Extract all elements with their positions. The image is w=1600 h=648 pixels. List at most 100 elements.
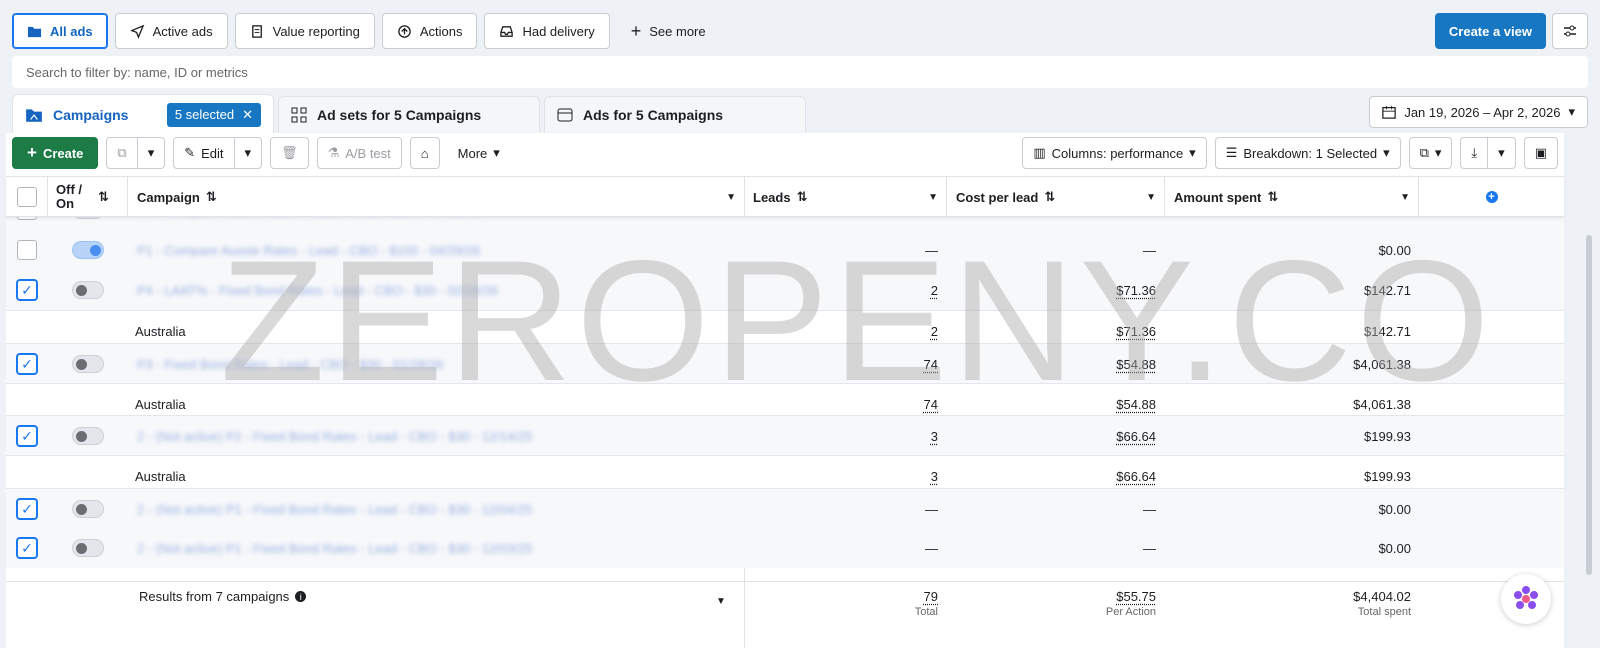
breakdown-button[interactable]: ☰ Breakdown: 1 Selected ▾ [1214, 137, 1401, 169]
table-row[interactable]: ✓ P3 - Fixed Bond Rates - Lead - CBO - $3… [6, 343, 1564, 383]
campaign-toggle[interactable] [72, 427, 104, 445]
table-row[interactable]: ✓ 2 - (Not active) P1 - Fixed Bond Rates … [6, 528, 1564, 568]
row-checkbox[interactable] [17, 240, 37, 260]
export-button[interactable]: ⤓ [1460, 137, 1489, 169]
trash-icon: 🗑 [281, 145, 298, 160]
vertical-scrollbar[interactable] [1586, 235, 1592, 575]
campaign-name-link[interactable]: P3 - Fixed Bond Rates - Lead - CBO - $30… [137, 344, 717, 384]
create-view-button[interactable]: Create a view [1434, 13, 1546, 49]
total-leads: 79 [923, 589, 938, 604]
cost-per-lead-header[interactable]: Cost per lead ⇅ ▼ [947, 177, 1165, 217]
export-dropdown[interactable]: ▾ [1488, 137, 1516, 169]
add-column-button[interactable]: + [1419, 177, 1564, 217]
delete-button[interactable]: 🗑 [270, 137, 309, 169]
campaign-toggle[interactable] [72, 241, 104, 259]
total-spent: $4,404.02 [1353, 589, 1411, 604]
campaign-name-link[interactable]: 2 - (Not active) P1 - Fixed Bond Rates -… [137, 489, 717, 529]
view-tab-all-ads[interactable]: All ads [12, 13, 108, 49]
tab-ad-sets[interactable]: Ad sets for 5 Campaigns [278, 96, 540, 132]
sliders-icon [1564, 25, 1576, 37]
row-checkbox[interactable]: ✓ [17, 499, 37, 519]
close-icon[interactable]: ✕ [242, 107, 253, 123]
cpl-value[interactable]: $54.88 [1116, 344, 1156, 384]
table-row[interactable]: ✓ 2 - (Not active) P2 - Fixed Bond Rates … [6, 415, 1564, 455]
chart-button[interactable]: ▣ [1523, 137, 1558, 169]
row-checkbox-cell [17, 230, 37, 270]
view-bar: All ads Active ads Value reporting Actio… [12, 12, 1588, 50]
leads-value[interactable]: 3 [931, 416, 938, 456]
row-checkbox[interactable]: ✓ [17, 538, 37, 558]
campaign-header[interactable]: Campaign ⇅ ▼ [128, 177, 745, 217]
toggle-cell [72, 344, 104, 384]
campaign-name-link[interactable]: P4 - Compare Aussie Rates - Scale - SGD … [137, 217, 717, 230]
campaign-toggle[interactable] [72, 539, 104, 557]
view-tab-had-delivery[interactable]: Had delivery [484, 13, 610, 49]
chevron-down-icon: ▼ [726, 191, 736, 203]
leads-value[interactable]: 2 [931, 270, 938, 310]
tab-ads[interactable]: Ads for 5 Campaigns [544, 96, 806, 132]
row-checkbox[interactable] [17, 217, 37, 220]
cpl-value[interactable]: $71.36 [1116, 270, 1156, 310]
ab-test-button[interactable]: ⚗ A/B test [316, 137, 402, 169]
assistant-button[interactable] [1501, 574, 1551, 624]
edit-button[interactable]: ✎ Edit [173, 137, 235, 169]
row-checkbox[interactable]: ✓ [17, 280, 37, 300]
campaign-name-link[interactable]: P1 - Compare Aussie Rates - Lead - CBO -… [137, 230, 717, 270]
toggle-cell [72, 528, 104, 568]
row-checkbox-cell: ✓ [17, 416, 37, 456]
leads-value[interactable]: 74 [924, 344, 938, 384]
row-checkbox[interactable]: ✓ [17, 426, 37, 446]
row-checkbox-cell: ✓ [17, 344, 37, 384]
table-row[interactable]: P1 - Compare Aussie Rates - Lead - CBO -… [6, 230, 1564, 270]
tag-button[interactable]: ⌂ [409, 137, 440, 169]
cpl-value[interactable]: $66.64 [1116, 416, 1156, 456]
selected-chip[interactable]: 5 selected ✕ [166, 102, 261, 127]
view-tab-value-reporting[interactable]: Value reporting [234, 13, 375, 49]
row-checkbox-cell: ✓ [17, 270, 37, 310]
campaign-toggle[interactable] [72, 281, 104, 299]
campaign-name-link[interactable]: P4 - LAAT% - Fixed Bond Rates - Lead - C… [137, 270, 717, 310]
sort-icon: ⇅ [1267, 189, 1279, 204]
view-settings-button[interactable] [1552, 13, 1588, 49]
duplicate-button[interactable]: ⧉ [106, 137, 138, 169]
campaigns-panel: + Create ⧉ ▾ ✎ Edit ▾ 🗑 ⚗ A/B test ⌂ Mor… [6, 133, 1564, 648]
info-icon[interactable]: i [295, 591, 307, 602]
row-checkbox[interactable]: ✓ [17, 354, 37, 374]
select-all-checkbox[interactable] [16, 187, 37, 207]
create-button[interactable]: + Create [12, 137, 99, 169]
table-row[interactable]: P4 - Compare Aussie Rates - Scale - SGD … [6, 217, 1564, 230]
see-more-button[interactable]: + See more [617, 13, 720, 49]
toggle-cell [72, 270, 104, 310]
chevron-down-icon[interactable]: ▼ [716, 596, 726, 607]
date-range-picker[interactable]: Jan 19, 2026 – Apr 2, 2026 ▾ [1369, 96, 1588, 128]
plus-circle-icon: + [1485, 191, 1498, 203]
report-icon [251, 24, 262, 38]
view-tab-active-ads[interactable]: Active ads [114, 13, 228, 49]
reports-button[interactable]: ⧉ ▾ [1408, 137, 1453, 169]
leads-value: — [925, 501, 938, 517]
more-button[interactable]: More ▾ [447, 137, 510, 169]
cpl-value: — [1143, 540, 1156, 556]
edit-dropdown[interactable]: ▾ [234, 137, 263, 169]
table-row[interactable]: ✓ P4 - LAAT% - Fixed Bond Rates - Lead - … [6, 270, 1564, 310]
off-on-header[interactable]: Off / On ⇅ [48, 177, 128, 217]
campaign-name-link[interactable]: 2 - (Not active) P1 - Fixed Bond Rates -… [137, 528, 717, 568]
flask-icon: ⚗ [327, 145, 340, 160]
chevron-down-icon: ▾ [1383, 145, 1390, 160]
view-tab-actions[interactable]: Actions [381, 13, 478, 49]
amount-spent-header[interactable]: Amount spent ⇅ ▼ [1165, 177, 1419, 217]
columns-button[interactable]: ▥ Columns: performance ▾ [1022, 137, 1207, 169]
campaign-name-link[interactable]: 2 - (Not active) P2 - Fixed Bond Rates -… [137, 416, 717, 456]
tab-campaigns[interactable]: Campaigns 5 selected ✕ [12, 94, 274, 134]
leads-value: — [925, 242, 938, 258]
total-cpl-label: Per Action [1105, 606, 1156, 618]
table-row[interactable]: ✓ 2 - (Not active) P1 - Fixed Bond Rates … [6, 488, 1564, 528]
duplicate-dropdown[interactable]: ▾ [137, 137, 166, 169]
campaign-toggle[interactable] [72, 355, 104, 373]
campaign-toggle[interactable] [72, 500, 104, 518]
campaign-toggle[interactable] [72, 217, 104, 219]
chart-icon: ▣ [1534, 145, 1547, 160]
leads-header[interactable]: Leads ⇅ ▼ [745, 177, 947, 217]
columns-icon: ▥ [1033, 145, 1046, 160]
search-input[interactable]: Search to filter by: name, ID or metrics [12, 56, 1588, 88]
